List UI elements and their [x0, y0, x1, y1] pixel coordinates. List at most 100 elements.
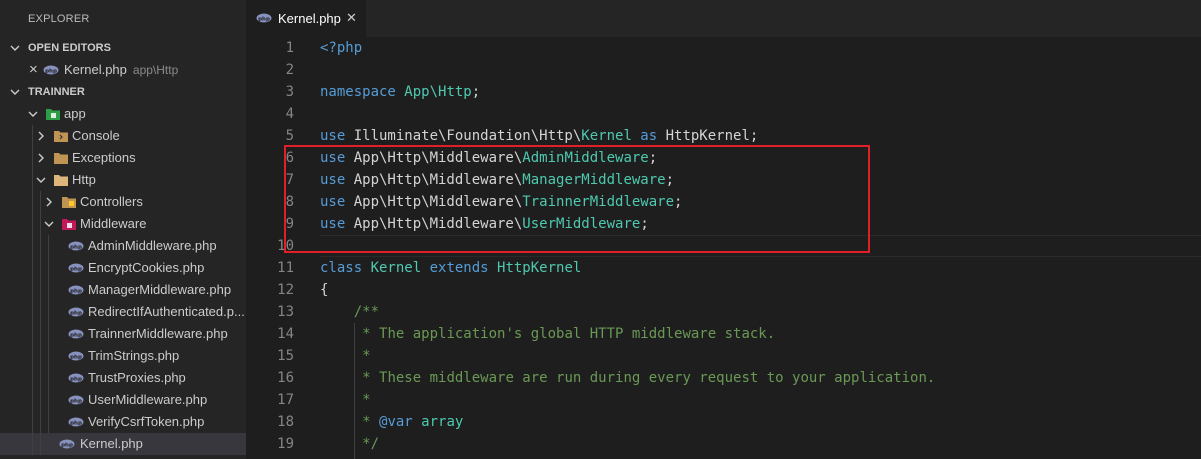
line-number: 12: [277, 282, 294, 298]
code-token: @var: [379, 414, 413, 430]
indent-guide: [40, 411, 41, 433]
indent-guide: [40, 191, 41, 213]
line-number: 4: [285, 106, 294, 122]
indent-guide: [32, 323, 33, 345]
code-token: */: [362, 436, 380, 452]
tree-folder-item[interactable]: Http: [0, 169, 246, 191]
explorer-sidebar: EXPLORER OPEN EDITORS × php Kernel.php ap…: [0, 0, 246, 459]
tree-folder-item[interactable]: Middleware: [0, 213, 246, 235]
tree-file-item[interactable]: php RedirectIfAuthenticated.p...: [0, 301, 246, 323]
tree-folder-item[interactable]: Exceptions: [0, 147, 246, 169]
indent-guide: [40, 279, 41, 301]
code-line: 3 namespace App\Http;: [246, 81, 1201, 103]
tree-folder-item[interactable]: Console: [0, 125, 246, 147]
svg-text:php: php: [70, 288, 82, 294]
code-editor[interactable]: 1 <?php 2 3 namespace App\Http; 4 5 use Illumin…: [246, 37, 1201, 459]
indent-guide: [40, 367, 41, 389]
folder-icon: [62, 219, 76, 230]
tree-item-label: Middleware: [80, 216, 147, 231]
project-header[interactable]: TRAINNER: [0, 81, 246, 103]
open-editor-item[interactable]: × php Kernel.php app\Http: [0, 59, 246, 81]
tree-file-item[interactable]: php TrainnerMiddleware.php: [0, 323, 246, 345]
line-number: 16: [277, 370, 294, 386]
indent-guide: [32, 389, 33, 411]
svg-text:php: php: [258, 16, 270, 22]
code-token: <?php: [320, 40, 363, 56]
indent-guide: [40, 323, 41, 345]
code-token: array: [412, 414, 464, 430]
open-editor-filename: Kernel.php: [64, 62, 127, 77]
code-token: ;: [471, 84, 481, 100]
indent-guide: [48, 411, 49, 433]
indent-guide: [40, 345, 41, 367]
tree-file-item[interactable]: php Kernel.php: [0, 433, 246, 455]
code-token: HttpKernel;: [665, 128, 759, 144]
close-icon[interactable]: ✕: [346, 10, 357, 26]
php-file-icon: php: [256, 13, 272, 23]
code-token: Illuminate\Foundation\Http\: [353, 128, 582, 144]
line-number: 14: [277, 326, 294, 342]
tab-kernel-php[interactable]: php Kernel.php ✕: [246, 0, 366, 37]
tree-file-item[interactable]: php ManagerMiddleware.php: [0, 279, 246, 301]
indent-guide: [40, 389, 41, 411]
line-number: 15: [277, 348, 294, 364]
open-editors-header[interactable]: OPEN EDITORS: [0, 37, 246, 59]
tree-folder-item[interactable]: app: [0, 103, 246, 125]
tree-file-item[interactable]: php TrimStrings.php: [0, 345, 246, 367]
tree-file-item[interactable]: php UserMiddleware.php: [0, 389, 246, 411]
tree-folder-item[interactable]: Controllers: [0, 191, 246, 213]
tree-file-item[interactable]: php EncryptCookies.php: [0, 257, 246, 279]
code-text: use Illuminate\Foundation\Http\Kernel as…: [320, 125, 758, 147]
folder-icon: [62, 197, 76, 208]
tree-item-label: Http: [72, 172, 96, 187]
folder-icon: [54, 131, 68, 142]
line-number: 18: [277, 414, 294, 430]
indent-guide: [48, 345, 49, 367]
php-file-icon: php: [68, 417, 84, 427]
indent-guide: [32, 191, 33, 213]
indent-guide: [32, 433, 33, 455]
code-token: Kernel: [370, 260, 422, 276]
tree-file-item[interactable]: php VerifyCsrfToken.php: [0, 411, 246, 433]
code-line: 12 {: [246, 279, 1201, 301]
php-file-icon: php: [68, 395, 84, 405]
code-text: namespace App\Http;: [320, 81, 480, 103]
php-file-icon: php: [68, 307, 84, 317]
tree-file-item[interactable]: php AdminMiddleware.php: [0, 235, 246, 257]
tree-item-label: EncryptCookies.php: [88, 260, 205, 275]
indent-guide: [48, 235, 49, 257]
indent-guide: [48, 279, 49, 301]
code-token: *: [362, 348, 371, 364]
svg-text:php: php: [45, 68, 57, 74]
code-text: <?php: [320, 37, 362, 59]
code-token: Kernel: [581, 128, 632, 144]
chevron-down-icon: [10, 89, 20, 95]
chevron-down-icon: [36, 177, 46, 183]
indent-guide: [32, 367, 33, 389]
tree-file-item[interactable]: php TrustProxies.php: [0, 367, 246, 389]
code-token: App\Http: [404, 84, 472, 100]
chevron-right-icon: [38, 153, 44, 163]
php-file-icon: php: [43, 65, 59, 75]
code-token: as: [631, 128, 666, 144]
code-token: * These middleware are run during every …: [362, 370, 936, 386]
indent-guide: [32, 169, 33, 191]
indent-guide: [40, 257, 41, 279]
svg-text:php: php: [70, 354, 82, 360]
tree-item-label: Kernel.php: [80, 436, 143, 451]
php-file-icon: php: [68, 241, 84, 251]
indent-guide: [32, 279, 33, 301]
folder-icon: [54, 153, 68, 164]
indent-guide: [32, 301, 33, 323]
indent-guide: [32, 411, 33, 433]
php-file-icon: php: [68, 285, 84, 295]
code-line: 1 <?php: [246, 37, 1201, 59]
indent-guide: [48, 323, 49, 345]
svg-text:php: php: [70, 420, 82, 426]
close-icon[interactable]: ×: [29, 59, 38, 81]
indent-guide: [48, 257, 49, 279]
